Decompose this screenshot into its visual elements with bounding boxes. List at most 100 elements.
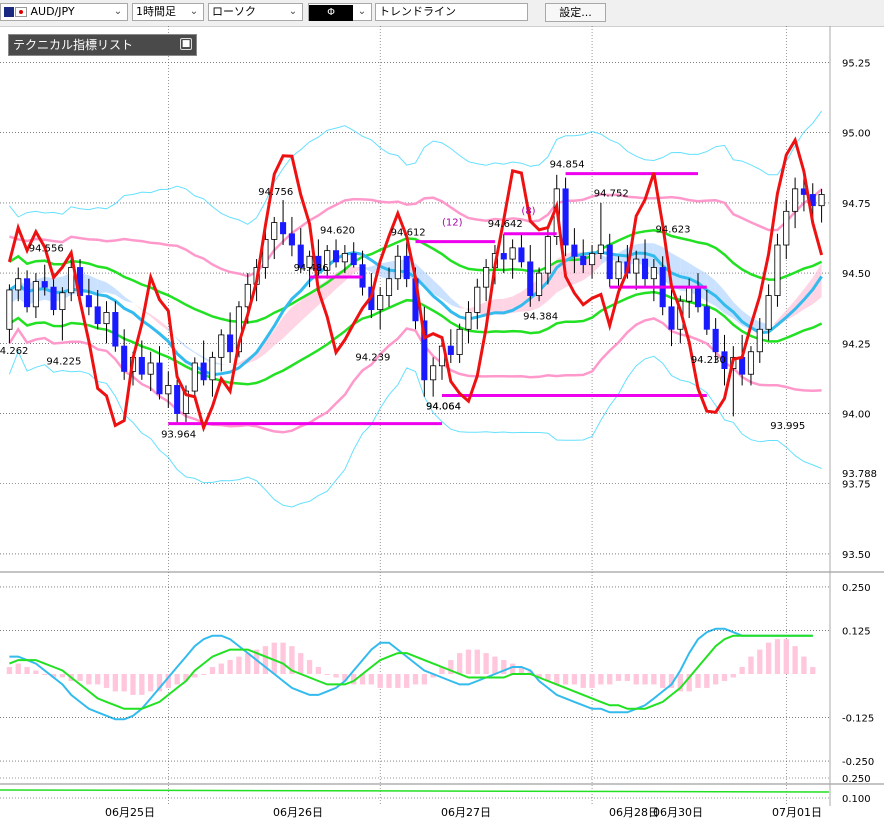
histogram-bar	[404, 674, 410, 688]
price-annotation: 94.486	[294, 263, 329, 274]
candle-body	[288, 233, 295, 246]
candle-body	[465, 312, 472, 330]
timeframe-select[interactable]: 1時間足 ⌄	[132, 3, 204, 21]
candle-body	[32, 281, 39, 308]
histogram-bar	[607, 674, 613, 685]
candle-body	[112, 312, 119, 347]
price-chart[interactable]: 94.556 94.262 94.225 93.964 94.756 94.620 94.4…	[0, 26, 884, 822]
draw-mode-icon: Φ	[309, 5, 353, 21]
candle-body	[6, 289, 13, 330]
candle-body	[332, 250, 340, 263]
price-axis-tick: 95.00	[842, 129, 871, 140]
collapse-square-icon[interactable]: ■	[180, 38, 192, 50]
price-axis-tick: 95.25	[842, 58, 871, 69]
price-annotation: 94.262	[0, 346, 28, 357]
chevron-down-icon[interactable]: ⌄	[355, 4, 369, 20]
cloud-segment	[221, 363, 231, 366]
histogram-bar	[324, 674, 330, 675]
histogram-bar	[236, 656, 242, 674]
cloud-segment	[115, 288, 125, 301]
flag-jp-icon	[15, 7, 27, 17]
candle-body	[783, 210, 790, 246]
osc-axis-tick: -0.125	[842, 714, 874, 725]
candle-body	[668, 306, 675, 330]
draw-mode-select[interactable]: Φ ⌄	[308, 3, 372, 21]
candle-body	[483, 267, 490, 288]
settings-button[interactable]: 設定...	[545, 3, 606, 22]
histogram-bar	[386, 674, 392, 688]
price-annotation: 93.995	[770, 421, 805, 432]
chart-type-select[interactable]: ローソク ⌄	[208, 3, 303, 21]
indicator-list-title: テクニカル指標リスト	[13, 38, 134, 52]
count-label: (8)	[521, 206, 535, 217]
candle-body	[562, 188, 569, 246]
histogram-bar	[121, 674, 127, 692]
histogram-bar	[245, 653, 251, 674]
histogram-bar	[42, 674, 48, 675]
histogram-bar	[77, 674, 83, 681]
histogram-bar	[474, 649, 480, 674]
symbol-select[interactable]: AUD/JPY ⌄	[0, 3, 128, 21]
histogram-bar	[112, 674, 118, 692]
histogram-bar	[783, 639, 789, 674]
time-axis-label: 06月27日	[441, 806, 491, 819]
histogram-bar	[465, 649, 472, 674]
candle-body	[209, 356, 216, 381]
cloud-segment	[97, 279, 107, 294]
candle-body	[580, 255, 587, 266]
candle-body	[94, 306, 101, 325]
histogram-bar	[757, 649, 763, 674]
drawing-tool-label: トレンドライン	[379, 5, 456, 18]
price-axis-tick: 94.25	[842, 339, 871, 350]
histogram-bar	[589, 674, 595, 688]
histogram-bar	[86, 674, 92, 685]
candle-body	[280, 222, 287, 235]
candle-body	[597, 244, 604, 254]
candle-body	[641, 258, 649, 280]
histogram-bar	[262, 646, 269, 674]
time-axis-label: 06月28日	[609, 806, 659, 819]
candle-body	[271, 222, 278, 240]
technical-indicator-list[interactable]: テクニカル指標リスト ■	[8, 34, 197, 56]
candle-body	[341, 253, 348, 263]
candle-body	[774, 244, 781, 296]
chevron-down-icon[interactable]: ⌄	[286, 4, 300, 20]
price-axis-tick: 94.00	[842, 410, 871, 421]
timeframe-label: 1時間足	[136, 5, 176, 18]
candle-body	[703, 306, 710, 330]
candle-body	[138, 356, 145, 375]
cloud-segment	[450, 298, 460, 309]
cloud-segment	[459, 305, 469, 311]
candle-body	[41, 281, 48, 288]
histogram-bar	[421, 674, 427, 685]
price-axis-tick: 94.75	[842, 199, 871, 210]
histogram-bar	[615, 674, 622, 681]
histogram-bar	[774, 639, 781, 674]
price-axis-tick: 93.50	[842, 550, 871, 561]
histogram-bar	[730, 674, 736, 678]
histogram-bar	[200, 674, 207, 675]
histogram-bar	[580, 674, 586, 688]
histogram-bar	[695, 674, 701, 688]
histogram-bar	[660, 674, 666, 688]
cloud-segment	[194, 351, 204, 359]
histogram-bar	[298, 653, 304, 674]
histogram-bar	[306, 660, 313, 674]
price-annotation: 94.854	[550, 160, 585, 171]
candle-body	[394, 255, 401, 280]
histogram-bar	[395, 674, 401, 688]
chevron-down-icon[interactable]: ⌄	[111, 4, 125, 20]
histogram-bar	[492, 656, 498, 674]
candle-body	[756, 328, 763, 353]
histogram-bar	[218, 663, 224, 674]
current-price-label: 93.788	[842, 469, 877, 480]
histogram-bar	[6, 667, 13, 674]
candle-body	[50, 286, 57, 311]
drawing-tool-field[interactable]: トレンドライン	[375, 3, 528, 21]
candle-body	[350, 253, 357, 266]
candle-body	[694, 286, 702, 308]
sub-axis-tick: 0.250	[842, 774, 871, 785]
cloud-segment	[177, 338, 186, 348]
histogram-bar	[227, 660, 233, 674]
chevron-down-icon[interactable]: ⌄	[187, 4, 201, 20]
